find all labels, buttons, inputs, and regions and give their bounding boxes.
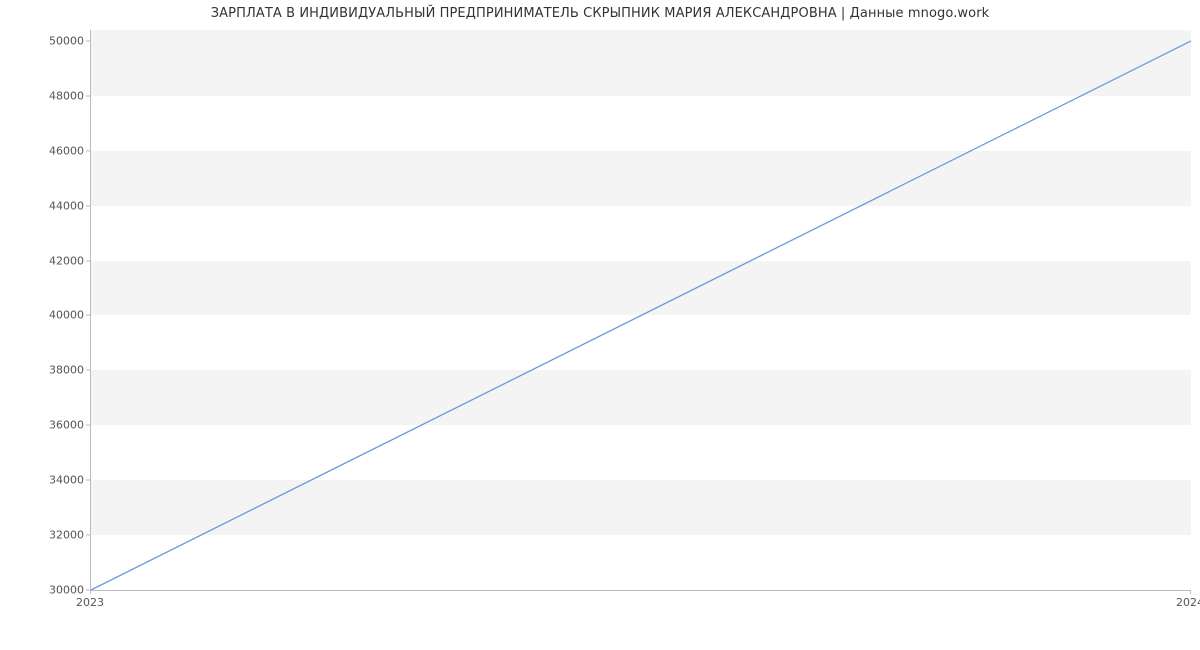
x-tick-mark <box>1190 590 1191 594</box>
y-tick-label: 32000 <box>4 529 84 542</box>
y-tick-mark <box>86 315 90 316</box>
line-series-svg <box>91 30 1191 590</box>
chart-title: ЗАРПЛАТА В ИНДИВИДУАЛЬНЫЙ ПРЕДПРИНИМАТЕЛ… <box>0 6 1200 21</box>
y-tick-mark <box>86 535 90 536</box>
y-tick-mark <box>86 370 90 371</box>
chart-container: ЗАРПЛАТА В ИНДИВИДУАЛЬНЫЙ ПРЕДПРИНИМАТЕЛ… <box>0 0 1200 650</box>
series-line <box>91 41 1191 590</box>
y-tick-mark <box>86 95 90 96</box>
y-tick-mark <box>86 480 90 481</box>
y-tick-label: 42000 <box>4 254 84 267</box>
y-tick-label: 46000 <box>4 144 84 157</box>
y-tick-label: 36000 <box>4 419 84 432</box>
y-tick-mark <box>86 150 90 151</box>
x-tick-mark <box>90 590 91 594</box>
y-tick-label: 30000 <box>4 584 84 597</box>
y-tick-label: 40000 <box>4 309 84 322</box>
y-tick-mark <box>86 425 90 426</box>
y-tick-mark <box>86 205 90 206</box>
y-tick-label: 50000 <box>4 34 84 47</box>
y-tick-label: 48000 <box>4 89 84 102</box>
y-tick-label: 34000 <box>4 474 84 487</box>
x-tick-label: 2024 <box>1176 596 1200 609</box>
y-tick-label: 38000 <box>4 364 84 377</box>
y-tick-label: 44000 <box>4 199 84 212</box>
y-tick-mark <box>86 260 90 261</box>
plot-area <box>90 30 1191 591</box>
y-tick-mark <box>86 40 90 41</box>
x-tick-label: 2023 <box>76 596 104 609</box>
